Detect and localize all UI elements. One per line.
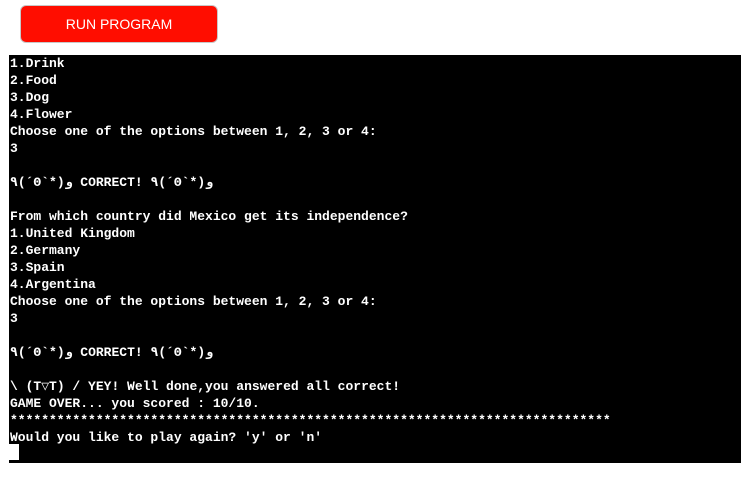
- terminal-line: 1.Drink: [10, 56, 65, 71]
- terminal-line: 1.United Kingdom: [10, 226, 135, 241]
- terminal-line: GAME OVER... you scored : 10/10.: [10, 396, 260, 411]
- terminal-line: Would you like to play again? 'y' or 'n': [10, 430, 323, 445]
- run-program-button[interactable]: RUN PROGRAM: [20, 5, 218, 43]
- terminal-line: ****************************************…: [10, 413, 611, 428]
- terminal-line: 4.Argentina: [10, 277, 96, 292]
- terminal-line: ٩(´ʘ`*)و CORRECT! ٩(´ʘ`*)و: [10, 345, 213, 360]
- terminal-line: 3.Dog: [10, 90, 50, 105]
- terminal-line: 2.Food: [10, 73, 57, 88]
- terminal-line: \ (T▽T) / YEY! Well done,you answered al…: [10, 379, 401, 394]
- terminal-line: 3: [10, 311, 18, 326]
- terminal-output[interactable]: 1.Drink 2.Food 3.Dog 4.Flower Choose one…: [9, 55, 741, 463]
- terminal-line: ٩(´ʘ`*)و CORRECT! ٩(´ʘ`*)و: [10, 175, 213, 190]
- terminal-line: 3: [10, 141, 18, 156]
- terminal-line: Choose one of the options between 1, 2, …: [10, 294, 377, 309]
- terminal-line: 3.Spain: [10, 260, 65, 275]
- terminal-cursor: [9, 444, 19, 460]
- terminal-line: 2.Germany: [10, 243, 81, 258]
- terminal-line: 4.Flower: [10, 107, 73, 122]
- terminal-line: Choose one of the options between 1, 2, …: [10, 124, 377, 139]
- terminal-line: From which country did Mexico get its in…: [10, 209, 408, 224]
